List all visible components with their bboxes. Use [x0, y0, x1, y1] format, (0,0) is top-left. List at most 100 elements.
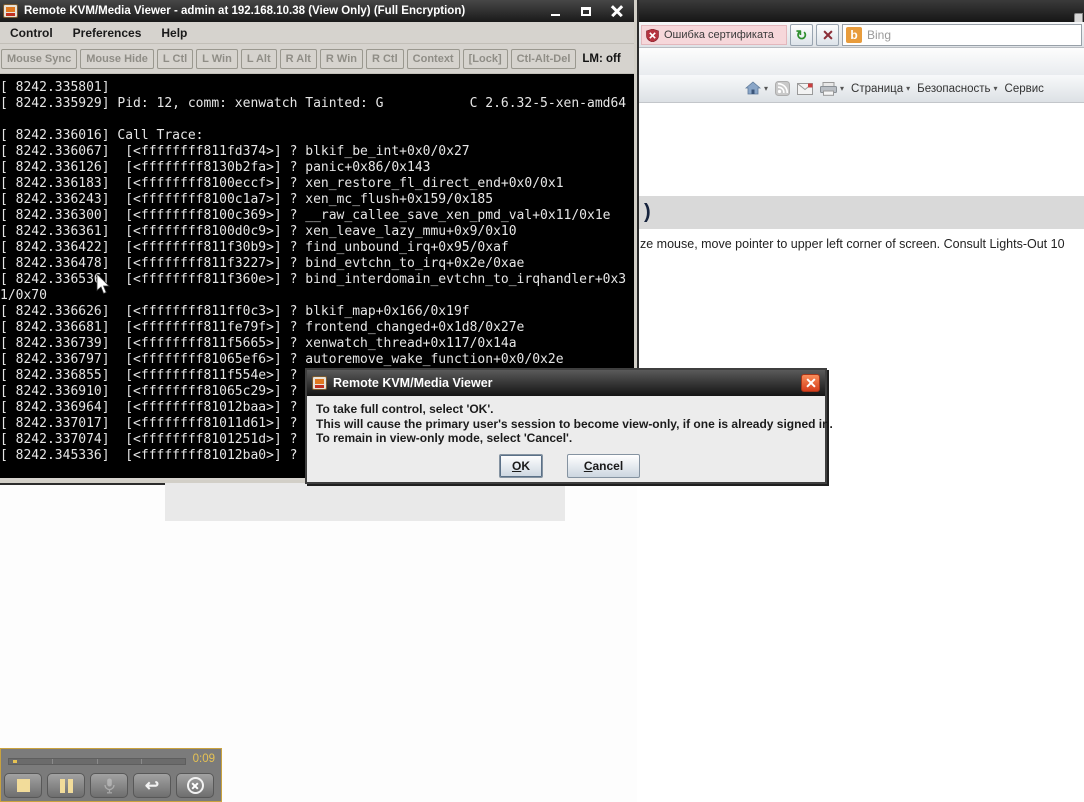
microphone-button[interactable] — [90, 773, 128, 798]
page-header-band — [641, 130, 866, 184]
home-dropdown-icon[interactable]: ▾ — [764, 84, 768, 93]
terminal-line: [ 8242.336016] Call Trace: — [0, 128, 634, 144]
refresh-button[interactable]: ↻ — [790, 24, 813, 46]
heading-fragment: ) — [639, 201, 651, 224]
terminal-line: [ 8242.336626] [<ffffffff811ff0c3>] ? bl… — [0, 304, 634, 320]
bing-logo-icon: b — [846, 27, 862, 43]
safety-dropdown-icon: ▾ — [994, 84, 998, 93]
pause-icon — [60, 779, 73, 793]
page-dropdown-icon: ▾ — [906, 84, 910, 93]
toolbar-button[interactable]: L Win — [196, 49, 238, 69]
rss-icon — [775, 81, 790, 96]
lm-status-label: LM: off — [582, 53, 620, 65]
kvm-window-title: Remote KVM/Media Viewer - admin at 192.1… — [24, 5, 465, 17]
logout-button[interactable]: Log Out — [870, 130, 1084, 184]
microphone-icon — [104, 778, 115, 794]
menu-control[interactable]: Control — [0, 26, 63, 40]
toolbar-button[interactable]: R Ctl — [366, 49, 404, 69]
kvm-app-icon — [3, 4, 18, 18]
mouse-cursor — [96, 274, 110, 295]
toolbar-button[interactable]: Ctl-Alt-Del — [511, 49, 577, 69]
safety-menu-label: Безопасность — [917, 83, 990, 95]
printer-icon — [820, 82, 837, 96]
terminal-line: [ 8242.335801] — [0, 80, 634, 96]
stop-record-icon — [17, 779, 30, 792]
dialog-close-button[interactable] — [801, 374, 820, 392]
kvm-toolbar: Mouse SyncMouse HideL CtlL WinL AltR Alt… — [0, 45, 634, 74]
redraw-artifact-box — [165, 483, 565, 521]
tools-menu-label: Сервис — [1005, 83, 1044, 95]
terminal-line: [ 8242.336739] [<ffffffff811f5665>] ? xe… — [0, 336, 634, 352]
record-undo-button[interactable]: ↩ — [133, 773, 171, 798]
close-button[interactable] — [606, 2, 628, 20]
home-button[interactable]: ▾ — [745, 81, 768, 96]
toolbar-button[interactable]: Context — [407, 49, 460, 69]
terminal-line: [ 8242.336478] [<ffffffff811f3227>] ? bi… — [0, 256, 634, 272]
toolbar-button[interactable]: Mouse Sync — [1, 49, 77, 69]
maximize-button[interactable] — [575, 2, 597, 20]
logout-label: Log Out — [953, 150, 1001, 165]
dialog-text-line: This will cause the primary user's sessi… — [316, 417, 816, 432]
record-cancel-button[interactable] — [176, 773, 214, 798]
menu-preferences[interactable]: Preferences — [63, 26, 152, 40]
browser-tab-strip — [637, 48, 1084, 75]
feeds-button[interactable] — [775, 81, 790, 96]
tools-menu[interactable]: Сервис — [1005, 83, 1044, 95]
terminal-line: [ 8242.335929] Pid: 12, comm: xenwatch T… — [0, 96, 634, 112]
menu-help[interactable]: Help — [151, 26, 197, 40]
certificate-error-shield-icon — [646, 29, 659, 42]
browser-navigation-bar: Ошибка сертификата ↻ b — [637, 22, 1084, 48]
search-box[interactable]: b — [842, 24, 1082, 46]
page-instruction-text: ze mouse, move pointer to upper left cor… — [640, 237, 1084, 251]
cancel-record-icon — [187, 777, 204, 794]
toolbar-button[interactable]: L Ctl — [157, 49, 193, 69]
maximize-icon — [581, 7, 591, 16]
mail-icon — [797, 83, 813, 95]
safety-menu[interactable]: Безопасность ▾ — [917, 83, 997, 95]
stop-button[interactable] — [816, 24, 839, 46]
toolbar-button[interactable]: [Lock] — [463, 49, 508, 69]
browser-titlebar — [637, 0, 1084, 22]
terminal-line: [ 8242.336361] [<ffffffff8100d0c9>] ? xe… — [0, 224, 634, 240]
record-stop-button[interactable] — [4, 773, 42, 798]
cancel-button[interactable]: Cancel — [567, 454, 640, 478]
dialog-app-icon — [312, 376, 327, 390]
dialog-text-line: To remain in view-only mode, select 'Can… — [316, 431, 816, 446]
recording-progress-bar[interactable] — [8, 758, 186, 765]
dialog-text-line: To take full control, select 'OK'. — [316, 402, 816, 417]
toolbar-button[interactable]: L Alt — [241, 49, 277, 69]
terminal-line: [ 8242.336126] [<ffffffff8130b2fa>] ? pa… — [0, 160, 634, 176]
terminal-line: [ 8242.336067] [<ffffffff811fd374>] ? bl… — [0, 144, 634, 160]
record-pause-button[interactable] — [47, 773, 85, 798]
dialog-titlebar[interactable]: Remote KVM/Media Viewer — [307, 370, 825, 396]
print-button[interactable]: ▾ — [820, 82, 844, 96]
search-input[interactable] — [867, 28, 1081, 42]
kvm-menubar: Control Preferences Help — [0, 22, 634, 44]
terminal-line: [ 8242.336422] [<ffffffff811f30b9>] ? fi… — [0, 240, 634, 256]
progress-marker — [13, 760, 17, 763]
refresh-icon: ↻ — [796, 27, 808, 44]
stop-icon — [821, 28, 835, 42]
ok-button[interactable]: OK — [499, 454, 543, 478]
minimize-button[interactable] — [544, 2, 566, 20]
screen: Ошибка сертификата ↻ b ▾ — [0, 0, 1084, 802]
page-menu-label: Страница — [851, 83, 903, 95]
terminal-line: [ 8242.336243] [<ffffffff8100c1a7>] ? xe… — [0, 192, 634, 208]
home-icon — [745, 81, 761, 96]
dialog-body: To take full control, select 'OK'. This … — [307, 396, 825, 482]
certificate-error-label: Ошибка сертификата — [664, 29, 774, 41]
page-menu[interactable]: Страница ▾ — [851, 83, 910, 95]
print-dropdown-icon[interactable]: ▾ — [840, 84, 844, 93]
screen-recorder-widget: 0:09 ↩ — [0, 748, 222, 802]
dialog-title: Remote KVM/Media Viewer — [333, 376, 493, 390]
certificate-error-indicator[interactable]: Ошибка сертификата — [641, 25, 787, 45]
toolbar-button[interactable]: R Alt — [280, 49, 317, 69]
toolbar-button[interactable]: Mouse Hide — [80, 49, 154, 69]
minimize-icon — [551, 14, 560, 16]
kvm-titlebar[interactable]: Remote KVM/Media Viewer - admin at 192.1… — [0, 0, 634, 22]
terminal-line: [ 8242.336797] [<ffffffff81065ef6>] ? au… — [0, 352, 634, 368]
terminal-line: [ 8242.336300] [<ffffffff8100c369>] ? __… — [0, 208, 634, 224]
browser-command-bar: ▾ ▾ Страница — [637, 75, 1084, 103]
toolbar-button[interactable]: R Win — [320, 49, 363, 69]
read-mail-button[interactable] — [797, 83, 813, 95]
